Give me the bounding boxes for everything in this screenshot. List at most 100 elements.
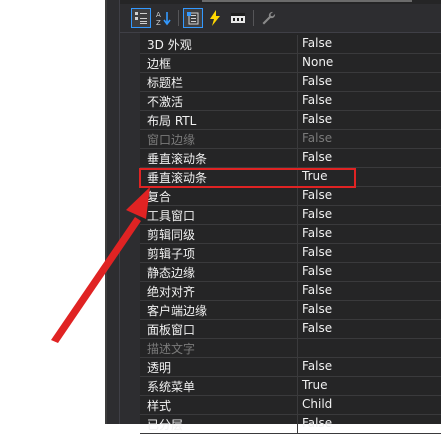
wrench-icon (262, 11, 276, 25)
property-name: 剪辑子项 (147, 247, 196, 261)
property-value[interactable]: False (302, 264, 332, 278)
property-value[interactable]: False (302, 112, 332, 126)
property-name: 布局 RTL (147, 114, 197, 128)
property-value[interactable]: False (302, 283, 332, 297)
property-row[interactable]: 工具窗口 False (140, 206, 441, 225)
column-divider (297, 130, 298, 148)
column-divider (297, 73, 298, 91)
property-row[interactable]: 透明 False (140, 358, 441, 377)
left-blank-pane (0, 0, 105, 424)
svg-text:Z: Z (156, 19, 161, 26)
property-row[interactable]: 客户端边缘 False (140, 301, 441, 320)
property-value[interactable]: False (302, 321, 332, 335)
alphabetical-icon: A Z (156, 11, 171, 26)
property-row[interactable]: 绝对对齐 False (140, 282, 441, 301)
column-divider (297, 263, 298, 281)
property-name: 静态边缘 (147, 266, 196, 280)
property-name: 垂直滚动条 (147, 152, 208, 166)
property-value[interactable]: False (302, 416, 332, 430)
column-divider (297, 282, 298, 300)
property-grid: 3D 外观 False 边框 None 标题栏 False 不激活 False 布局 RTL Fa… (120, 33, 441, 434)
property-value[interactable]: True (302, 378, 328, 392)
categorized-icon (135, 12, 147, 24)
property-name: 描述文字 (147, 342, 196, 356)
column-divider (297, 244, 298, 262)
property-row[interactable]: 面板窗口 False (140, 320, 441, 339)
property-name: 面板窗口 (147, 323, 196, 337)
property-grid-gutter (120, 33, 140, 424)
property-value[interactable]: False (302, 74, 332, 88)
property-value[interactable]: False (302, 150, 332, 164)
column-divider (297, 396, 298, 414)
messages-icon (231, 13, 245, 23)
property-name: 不激活 (147, 95, 184, 109)
property-row[interactable]: 标题栏 False (140, 73, 441, 92)
property-name: 透明 (147, 361, 172, 375)
property-value[interactable]: False (302, 93, 332, 107)
column-divider (297, 149, 298, 167)
property-row[interactable]: 静态边缘 False (140, 263, 441, 282)
property-value[interactable]: False (302, 131, 332, 145)
property-name: 绝对对齐 (147, 285, 196, 299)
property-row[interactable]: 布局 RTL False (140, 111, 441, 130)
property-row[interactable]: 垂直滚动条 False (140, 149, 441, 168)
property-name: 客户端边缘 (147, 304, 208, 318)
property-value[interactable]: False (302, 207, 332, 221)
property-row[interactable]: 剪辑子项 False (140, 244, 441, 263)
messages-button[interactable] (228, 8, 248, 28)
property-name: 复合 (147, 190, 172, 204)
overrides-button[interactable] (258, 8, 278, 28)
column-divider (297, 111, 298, 129)
property-value[interactable]: None (302, 55, 333, 69)
column-divider (297, 339, 298, 357)
categorized-button[interactable] (131, 8, 151, 28)
property-value[interactable]: Child (302, 397, 332, 411)
toolbar-separator (178, 10, 179, 26)
column-divider (297, 320, 298, 338)
property-name: 标题栏 (147, 76, 184, 90)
events-button[interactable] (205, 8, 225, 28)
property-row[interactable]: 不激活 False (140, 92, 441, 111)
property-name: 工具窗口 (147, 209, 196, 223)
column-divider (297, 206, 298, 224)
property-name: 系统菜单 (147, 380, 196, 394)
column-divider (297, 358, 298, 376)
property-row[interactable]: 3D 外观 False (140, 35, 441, 54)
highlight-box (139, 168, 356, 188)
column-divider (297, 92, 298, 110)
column-divider (297, 225, 298, 243)
property-value[interactable]: False (302, 188, 332, 202)
properties-button[interactable] (183, 8, 203, 28)
property-row[interactable]: 样式 Child (140, 396, 441, 415)
column-divider (297, 187, 298, 205)
property-value[interactable]: False (302, 359, 332, 373)
property-name: 边框 (147, 57, 172, 71)
column-divider (297, 35, 298, 53)
column-divider (297, 415, 298, 433)
property-value[interactable]: False (302, 245, 332, 259)
property-row[interactable]: 复合 False (140, 187, 441, 206)
property-row[interactable]: 描述文字 (140, 339, 441, 358)
alphabetical-button[interactable]: A Z (154, 8, 174, 28)
toolbar-separator (253, 10, 254, 26)
property-row[interactable]: 窗口边缘 False (140, 130, 441, 149)
property-value[interactable]: False (302, 36, 332, 50)
property-row[interactable]: 边框 None (140, 54, 441, 73)
property-value[interactable]: False (302, 226, 332, 240)
property-name: 已分层 (147, 418, 184, 432)
property-row[interactable]: 系统菜单 True (140, 377, 441, 396)
property-name: 剪辑同级 (147, 228, 196, 242)
properties-toolbar: A Z (120, 4, 441, 33)
property-name: 3D 外观 (147, 38, 192, 52)
property-value[interactable]: False (302, 302, 332, 316)
property-name: 样式 (147, 399, 172, 413)
property-row[interactable]: 已分层 False (140, 415, 441, 434)
lightning-icon (210, 10, 220, 26)
svg-text:A: A (156, 11, 161, 19)
column-divider (297, 54, 298, 72)
column-divider (297, 301, 298, 319)
panel-left-strip (107, 0, 120, 424)
property-name: 窗口边缘 (147, 133, 196, 147)
properties-icon (187, 12, 199, 25)
property-row[interactable]: 剪辑同级 False (140, 225, 441, 244)
